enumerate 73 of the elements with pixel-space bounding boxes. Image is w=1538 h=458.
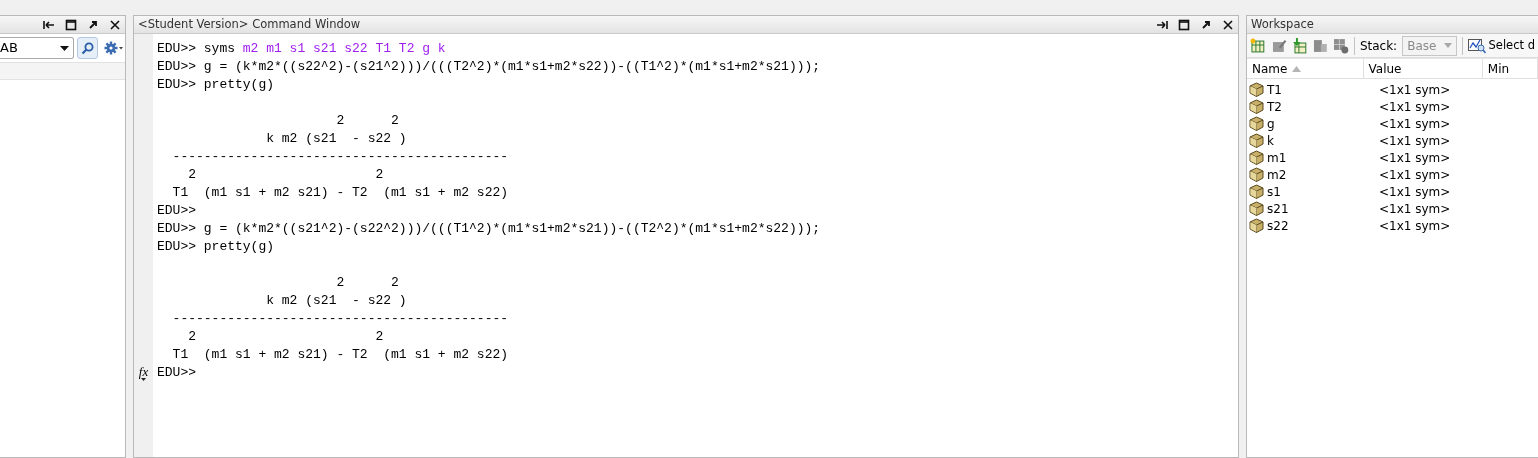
output-line: 2 2 (335, 112, 399, 130)
output-line: 2 2 (187, 328, 384, 346)
variable-name[interactable]: T1 (1267, 80, 1282, 99)
variable-name[interactable]: m1 (1267, 148, 1287, 167)
output-line: ------------------------------------------- (171, 148, 509, 166)
cube-icon (1249, 99, 1264, 114)
cube-icon (1249, 167, 1264, 182)
output-line: ------------------------------------------- (171, 310, 509, 328)
output-line: T1 (m1 s1 + m2 s21) - T2 (m1 s1 + m2 s22) (171, 346, 509, 364)
variable-name[interactable]: s21 (1267, 199, 1289, 218)
variable-name[interactable]: g (1267, 114, 1275, 133)
cube-icon (1249, 201, 1264, 216)
plot-icon (1467, 37, 1486, 54)
delete-icon[interactable] (1333, 37, 1349, 54)
stack-label: Stack: (1359, 37, 1398, 55)
function-browser-button[interactable]: fx (138, 365, 149, 381)
edit-icon[interactable] (1270, 37, 1287, 54)
output-line: 2 2 (335, 274, 399, 292)
panel-title: <Student Version> Command Window (138, 16, 362, 33)
variable-value: <1x1 sym> (1378, 81, 1451, 99)
dropdown-arrow-icon (1443, 43, 1452, 48)
folder-combo[interactable]: AB (0, 37, 74, 59)
select-data-button[interactable]: Select d (1467, 36, 1535, 55)
maximize-icon[interactable] (65, 18, 77, 31)
new-variable-icon[interactable] (1250, 37, 1266, 54)
search-icon (81, 41, 94, 55)
variable-value: <1x1 sym> (1378, 98, 1451, 116)
cube-icon (1249, 133, 1264, 148)
variable-value: <1x1 sym> (1378, 166, 1451, 184)
dock-icon[interactable] (1156, 18, 1168, 31)
variable-name[interactable]: m2 (1267, 165, 1287, 184)
variable-value: <1x1 sym> (1378, 115, 1451, 133)
panel-title: Workspace (1251, 16, 1315, 33)
variable-value: <1x1 sym> (1378, 183, 1451, 201)
variable-name[interactable]: k (1267, 131, 1274, 150)
variable-name[interactable]: s1 (1267, 182, 1281, 201)
command-line: EDU>> (157, 364, 196, 382)
variable-value: <1x1 sym> (1378, 200, 1451, 218)
cube-icon (1249, 82, 1264, 97)
close-icon[interactable] (1222, 18, 1234, 31)
column-header[interactable]: Min (1482, 59, 1538, 78)
command-line: EDU>> pretty(g) (157, 238, 275, 256)
maximize-icon[interactable] (1178, 18, 1190, 31)
cube-icon (1249, 184, 1264, 199)
undock-icon[interactable] (87, 18, 99, 31)
import-icon[interactable] (1291, 37, 1308, 54)
search-button[interactable] (77, 37, 98, 59)
caret-icon (141, 378, 146, 381)
undock-icon[interactable] (1200, 18, 1212, 31)
output-line: 2 2 (187, 166, 384, 184)
dropdown-arrow-icon (60, 45, 69, 51)
command-line: EDU>> syms m2 m1 s1 s21 s22 T1 T2 g k (157, 40, 446, 58)
command-line: EDU>> g = (k*m2*((s22^2)-(s21^2)))/(((T2^2)*(m1*s1+m2*s22))-((T1^2)*(m1*s1+m2*s21))); (157, 58, 821, 76)
variable-name[interactable]: T2 (1267, 97, 1282, 116)
cube-icon (1249, 116, 1264, 131)
command-line: EDU>> g = (k*m2*((s21^2)-(s22^2)))/(((T1^2)*(m1*s1+m2*s21))-((T2^2)*(m1*s1+m2*s22))); (157, 220, 821, 238)
output-line: k m2 (s21 - s22 ) (265, 292, 407, 310)
output-line: k m2 (s21 - s22 ) (265, 130, 407, 148)
dock-icon[interactable] (43, 18, 55, 31)
column-header[interactable]: Value (1363, 59, 1483, 78)
column-header[interactable]: Name (1247, 59, 1364, 78)
sort-ascending-icon (1292, 65, 1302, 72)
variable-value: <1x1 sym> (1378, 217, 1451, 235)
close-icon[interactable] (109, 18, 121, 31)
command-line: EDU>> pretty(g) (157, 76, 275, 94)
variable-value: <1x1 sym> (1378, 149, 1451, 167)
output-line: T1 (m1 s1 + m2 s21) - T2 (m1 s1 + m2 s22) (171, 184, 509, 202)
cube-icon (1249, 150, 1264, 165)
variable-name[interactable]: s22 (1267, 216, 1289, 235)
save-icon[interactable] (1312, 37, 1329, 54)
cube-icon (1249, 218, 1264, 233)
command-line: EDU>> (157, 202, 196, 220)
variable-value: <1x1 sym> (1378, 132, 1451, 150)
